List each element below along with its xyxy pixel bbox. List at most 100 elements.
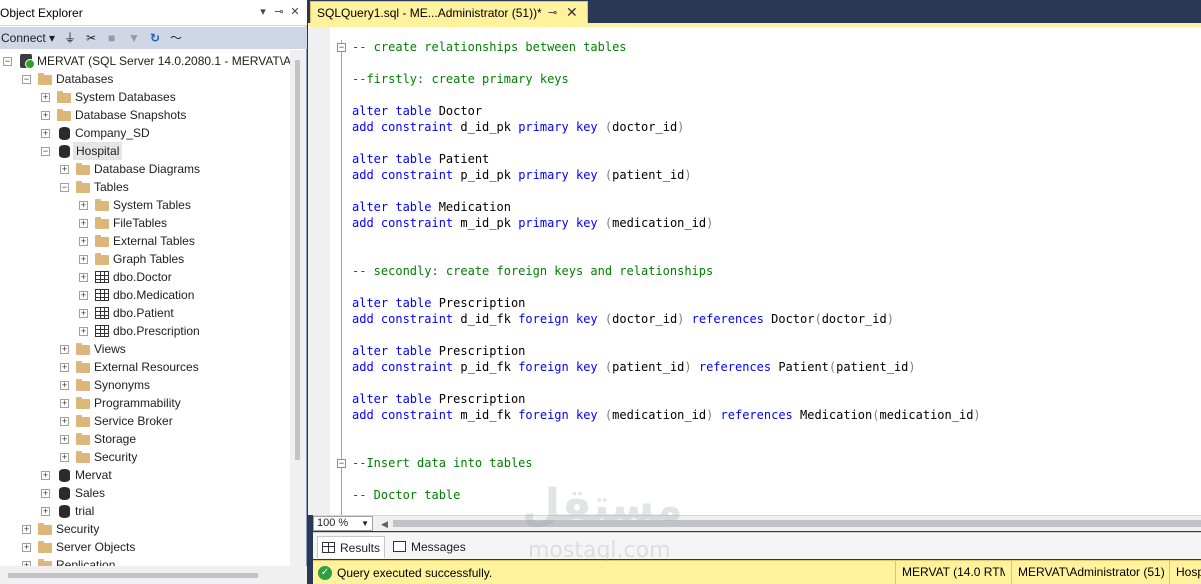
expand-icon[interactable]: + (79, 273, 88, 282)
code-line: alter table Prescription (352, 391, 525, 407)
expand-icon[interactable]: + (60, 363, 69, 372)
document-tab-strip: SQLQuery1.sql - ME...Administrator (51))… (308, 0, 1201, 24)
refresh-icon[interactable]: ↻ (150, 30, 160, 46)
tab-messages-label: Messages (411, 540, 466, 554)
connect-button[interactable]: Connect ▾ (1, 30, 55, 46)
code-token: alter table (352, 200, 432, 214)
expand-icon[interactable]: + (60, 345, 69, 354)
code-token: primary key (518, 120, 598, 134)
stop-icon[interactable]: ■ (108, 30, 115, 46)
connect-plug-icon[interactable]: ⏚ (64, 30, 76, 46)
scroll-left-icon[interactable]: ◀ (381, 519, 388, 530)
expand-icon[interactable]: + (41, 507, 50, 516)
folder-icon (56, 107, 72, 123)
expand-icon[interactable]: + (41, 111, 50, 120)
tab-messages[interactable]: Messages (389, 536, 469, 558)
fold-collapse-icon[interactable]: − (337, 459, 346, 468)
database-icon (56, 485, 72, 501)
code-token: Prescription (431, 296, 526, 310)
tab-sqlquery1[interactable]: SQLQuery1.sql - ME...Administrator (51))… (310, 1, 588, 24)
query-editor[interactable]: − -- create relationships between tables… (308, 27, 1201, 515)
folder-icon (94, 197, 110, 213)
collapse-icon[interactable]: − (22, 75, 31, 84)
filter-icon[interactable]: ▼ (128, 30, 140, 46)
code-token: Prescription (431, 392, 526, 406)
database-icon (56, 143, 72, 159)
object-explorer-vertical-scrollbar[interactable] (290, 50, 306, 566)
code-token: alter table (352, 104, 432, 118)
database-icon (56, 503, 72, 519)
code-line: add constraint d_id_pk primary key (doct… (352, 119, 684, 135)
expand-icon[interactable]: + (79, 255, 88, 264)
zoom-select[interactable]: 100 % ▼ (313, 516, 373, 531)
expand-icon[interactable]: + (41, 93, 50, 102)
expand-icon[interactable]: + (79, 219, 88, 228)
fold-collapse-icon[interactable]: − (337, 43, 346, 52)
tree-node-label: Database Diagrams (94, 162, 201, 176)
code-token: Medication (792, 408, 873, 422)
tree-node-label: Tables (94, 180, 129, 194)
code-token: m_id_fk (453, 408, 519, 422)
table-icon (94, 269, 110, 285)
code-token: foreign key (518, 312, 598, 326)
scroll-thumb[interactable] (295, 60, 300, 460)
folder-icon (37, 71, 53, 87)
pin-icon[interactable]: ⊸ (272, 5, 286, 19)
expand-icon[interactable]: + (79, 237, 88, 246)
expand-icon[interactable]: + (79, 201, 88, 210)
code-line: alter table Medication (352, 199, 511, 215)
expand-icon[interactable]: + (60, 435, 69, 444)
code-token: medication_id (879, 408, 974, 422)
expand-icon[interactable]: + (60, 381, 69, 390)
tree-node-label: Graph Tables (113, 252, 185, 266)
zoom-value: 100 % (317, 517, 349, 529)
expand-icon[interactable]: + (60, 399, 69, 408)
expand-icon[interactable]: + (41, 129, 50, 138)
expand-icon[interactable]: + (79, 291, 88, 300)
code-line: alter table Prescription (352, 295, 525, 311)
close-icon[interactable]: ✕ (288, 5, 302, 19)
folder-icon (75, 179, 91, 195)
tree-node-label: dbo.Prescription (113, 324, 200, 338)
expand-icon[interactable]: + (41, 489, 50, 498)
expand-icon[interactable]: + (22, 525, 31, 534)
tree-node-label: System Databases (75, 90, 176, 104)
code-token: primary key (518, 216, 598, 230)
tree-node-label: dbo.Medication (113, 288, 195, 302)
tree-node-label: Views (94, 342, 126, 356)
tab-results[interactable]: Results (317, 536, 385, 558)
collapse-icon[interactable]: − (3, 57, 12, 66)
collapse-icon[interactable]: − (41, 147, 50, 156)
scroll-thumb[interactable] (8, 573, 258, 578)
object-explorer-horizontal-scrollbar[interactable] (0, 566, 307, 584)
tree-node-label: System Tables (113, 198, 191, 212)
collapse-icon[interactable]: − (60, 183, 69, 192)
expand-icon[interactable]: + (60, 165, 69, 174)
expand-icon[interactable]: + (60, 417, 69, 426)
code-line: add constraint m_id_fk foreign key (medi… (352, 407, 981, 423)
close-tab-icon[interactable]: ✕ (566, 4, 578, 21)
activity-monitor-icon[interactable]: 〜 (170, 30, 182, 46)
database-icon (56, 467, 72, 483)
folder-icon (75, 413, 91, 429)
disconnect-icon[interactable]: ✂ (86, 30, 96, 46)
query-status-bar: ✓ Query executed successfully. MERVAT (1… (313, 560, 1201, 584)
expand-icon[interactable]: + (79, 327, 88, 336)
code-token: d_id_pk (453, 120, 519, 134)
object-explorer-panel: Object Explorer ▾ ⊸ ✕ Connect ▾ ⏚ ✂ ■ ▼ … (0, 0, 307, 584)
tab-results-label: Results (340, 541, 381, 555)
editor-horizontal-scroll-thumb[interactable] (393, 520, 1201, 527)
expand-icon[interactable]: + (22, 543, 31, 552)
tree-node-label: Security (56, 522, 100, 536)
code-line: alter table Patient (352, 151, 489, 167)
dropdown-icon[interactable]: ▾ (256, 5, 270, 19)
code-token: Patient (771, 360, 829, 374)
expand-icon[interactable]: + (41, 471, 50, 480)
object-explorer-title: Object Explorer (0, 6, 83, 20)
pin-icon[interactable]: ⊸ (548, 6, 557, 19)
expand-icon[interactable]: + (79, 309, 88, 318)
expand-icon[interactable]: + (60, 453, 69, 462)
code-token: add constraint (352, 408, 454, 422)
